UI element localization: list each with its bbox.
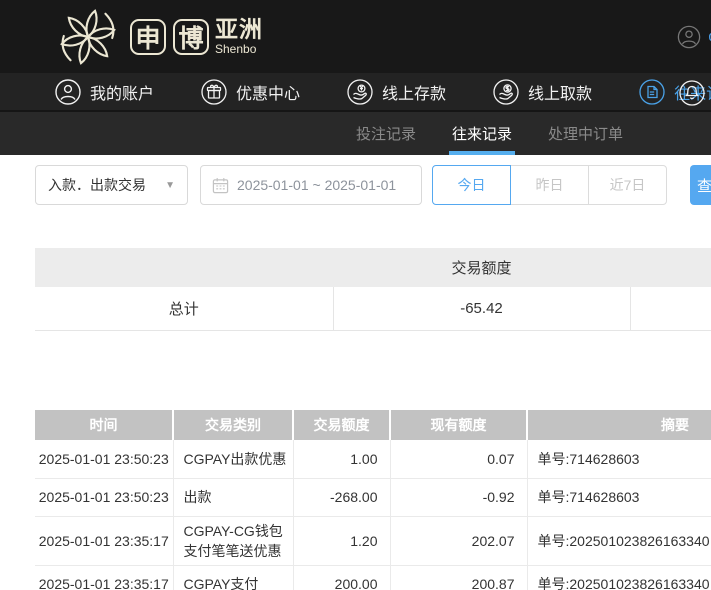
cell-time: 2025-01-01 23:35:17: [35, 565, 173, 590]
tab-label: 往来记录: [452, 126, 513, 143]
cell-note: 单号:714628603: [526, 440, 711, 479]
avatar-icon: [678, 25, 701, 48]
date-range-input[interactable]: 2025-01-01 ~ 2025-01-01: [200, 165, 422, 205]
today-button[interactable]: 今日: [432, 165, 511, 205]
gift-icon: [201, 78, 227, 105]
table-row: 2025-01-01 23:50:23 CGPAY出款优惠 1.00 0.07 …: [35, 440, 711, 479]
quick-date-buttons: 今日 昨日 近7日: [432, 165, 667, 205]
logo-region-text: 亚洲: [215, 16, 263, 42]
bell-icon: [679, 80, 705, 106]
column-balance: 现有额度: [389, 410, 527, 440]
column-amount: 交易额度: [292, 410, 390, 440]
last7days-button[interactable]: 近7日: [588, 165, 667, 205]
summary-total-label: 总计: [35, 287, 333, 331]
nav-item-label: 线上取款: [528, 85, 593, 103]
logo-subtitle-text: Shenbo: [215, 42, 257, 56]
summary-table: 交易额度 总计 -65.42: [35, 248, 711, 331]
tab-transaction-records[interactable]: 往来记录: [449, 112, 516, 155]
tab-label: 投注记录: [356, 126, 417, 143]
cell-balance: 0.07: [389, 440, 527, 479]
main-nav: 我的账户 优惠中心 线上存款 线上取款 往来: [0, 73, 711, 112]
caret-down-icon: ▼: [165, 179, 175, 191]
cell-note: 单号:714628603: [526, 478, 711, 517]
transaction-type-select[interactable]: 入款．出款交易 ▼: [35, 165, 188, 205]
cell-type: CGPAY-CG钱包支付笔笔送优惠: [172, 516, 293, 566]
column-type: 交易类别: [172, 410, 293, 440]
logo-char-shen: 申: [130, 18, 166, 55]
calendar-icon: [212, 177, 229, 193]
cell-balance: -0.92: [389, 478, 527, 517]
table-row: 2025-01-01 23:35:17 CGPAY-CG钱包支付笔笔送优惠 1.…: [35, 516, 711, 566]
nav-item-label: 优惠中心: [236, 85, 301, 103]
cell-type: CGPAY支付: [172, 565, 293, 590]
cell-time: 2025-01-01 23:35:17: [35, 516, 173, 566]
summary-total-row: 总计 -65.42: [35, 287, 711, 331]
withdraw-icon: [493, 78, 519, 105]
column-time: 时间: [35, 410, 173, 440]
cell-amount: 200.00: [292, 565, 390, 590]
date-range-value: 2025-01-01 ~ 2025-01-01: [237, 177, 397, 193]
summary-header-amount: 交易额度: [333, 248, 630, 287]
logo-char-bo: 博: [173, 18, 209, 55]
content-area: 入款．出款交易 ▼ 2025-01-01 ~ 2025-01-01 今日 昨日 …: [0, 155, 711, 590]
cell-amount: -268.00: [292, 478, 390, 517]
cell-type: CGPAY出款优惠: [172, 440, 293, 479]
site-logo[interactable]: 申 博 亚洲 Shenbo: [57, 6, 263, 68]
cell-note: 单号:202501023826163340: [526, 565, 711, 590]
cell-amount: 1.00: [292, 440, 390, 479]
transaction-header-row: 时间 交易类别 交易额度 现有额度 摘要: [35, 410, 711, 440]
summary-header-empty: [35, 248, 333, 287]
nav-item-label: 线上存款: [382, 85, 447, 103]
nav-item-my-account[interactable]: 我的账户: [55, 78, 155, 105]
tab-bet-records[interactable]: 投注记录: [353, 112, 419, 155]
nav-item-withdraw[interactable]: 线上取款: [493, 78, 593, 105]
nav-item-label: 我的账户: [90, 85, 155, 103]
cell-type: 出款: [172, 478, 293, 517]
nav-item-promotions[interactable]: 优惠中心: [201, 78, 301, 105]
user-icon: [55, 78, 81, 105]
transaction-table-body: 2025-01-01 23:50:23 CGPAY出款优惠 1.00 0.07 …: [35, 440, 711, 590]
yesterday-button[interactable]: 昨日: [510, 165, 589, 205]
search-button[interactable]: 查询: [690, 165, 711, 205]
table-row: 2025-01-01 23:35:17 CGPAY支付 200.00 200.8…: [35, 565, 711, 590]
records-icon: [639, 78, 665, 105]
summary-header-empty2: [630, 248, 711, 287]
user-area[interactable]: qb: [677, 0, 711, 73]
cell-note: 单号:202501023826163340: [526, 516, 711, 566]
transaction-type-value: 入款．出款交易: [48, 177, 146, 193]
filter-row: 入款．出款交易 ▼ 2025-01-01 ~ 2025-01-01 今日 昨日 …: [0, 165, 711, 205]
tab-pending-orders[interactable]: 处理中订单: [545, 112, 626, 155]
tab-label: 处理中订单: [548, 126, 624, 143]
sub-nav: 投注记录 往来记录 处理中订单: [0, 112, 711, 155]
cell-balance: 202.07: [389, 516, 527, 566]
deposit-icon: [347, 78, 373, 105]
flower-logo-icon: [60, 8, 116, 65]
notification-bell[interactable]: [679, 80, 705, 106]
summary-total-value: -65.42: [332, 287, 630, 331]
cell-time: 2025-01-01 23:50:23: [35, 440, 173, 479]
nav-item-deposit[interactable]: 线上存款: [347, 78, 447, 105]
cell-time: 2025-01-01 23:50:23: [35, 478, 173, 517]
summary-header-row: 交易额度: [35, 248, 711, 287]
summary-total-empty: [629, 287, 711, 331]
top-header: 申 博 亚洲 Shenbo qb: [0, 0, 711, 73]
cell-balance: 200.87: [389, 565, 527, 590]
transaction-table: 时间 交易类别 交易额度 现有额度 摘要 2025-01-01 23:50:23…: [35, 410, 711, 590]
column-note: 摘要: [526, 410, 711, 440]
table-row: 2025-01-01 23:50:23 出款 -268.00 -0.92 单号:…: [35, 478, 711, 517]
cell-amount: 1.20: [292, 516, 390, 566]
